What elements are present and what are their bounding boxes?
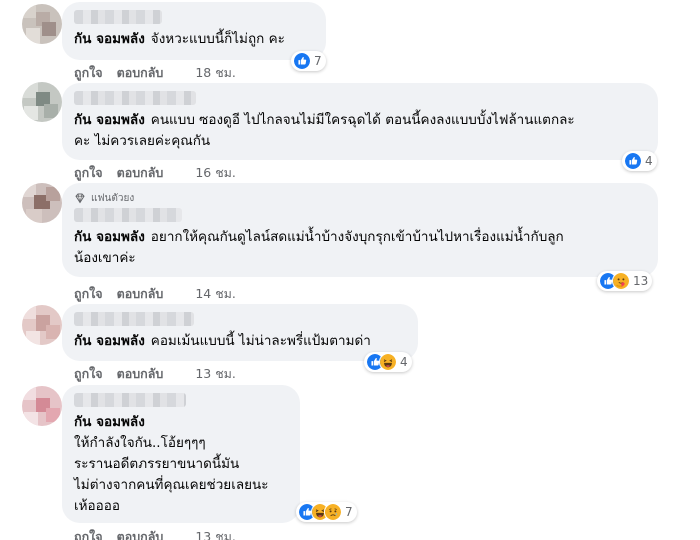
- reply-link[interactable]: ตอบกลับ: [117, 284, 164, 304]
- comment-bubble: กัน จอมพลัง คนแบบ ซองดูอี ไปไกลจนไม่มีใคร…: [62, 83, 658, 160]
- comment-time[interactable]: 13 ชม.: [195, 527, 236, 540]
- comments-panel: กัน จอมพลัง จังหวะแบบนี้ก็ไม่ถูก คะ 7 ถูก…: [0, 0, 700, 540]
- comment-time[interactable]: 14 ชม.: [195, 284, 236, 304]
- comment-actions: ถูกใจ ตอบกลับ 13 ชม.: [74, 364, 236, 384]
- diamond-icon: [75, 193, 85, 204]
- comment-author[interactable]: กัน จอมพลัง: [74, 412, 282, 433]
- reaction-summary[interactable]: 13: [597, 271, 653, 291]
- comment-body-line-4: เห้ออออ: [74, 498, 120, 514]
- comment-bubble: แฟนตัวยง กัน จอมพลัง อยากให้คุณกันดูไลน์ส…: [62, 183, 658, 277]
- reply-link[interactable]: ตอบกลับ: [117, 364, 164, 384]
- comment-actions: ถูกใจ ตอบกลับ 18 ชม.: [74, 63, 236, 83]
- reaction-count: 4: [400, 355, 408, 369]
- thumbs-up-icon: [293, 52, 311, 70]
- reaction-count: 13: [633, 274, 649, 288]
- reaction-summary[interactable]: 4: [364, 352, 412, 372]
- reaction-count: 7: [314, 54, 322, 68]
- reply-link[interactable]: ตอบกลับ: [117, 163, 164, 183]
- avatar[interactable]: [22, 4, 62, 44]
- like-link[interactable]: ถูกใจ: [74, 284, 103, 304]
- laughing-face-icon: [379, 353, 397, 371]
- avatar[interactable]: [22, 183, 62, 223]
- reaction-summary[interactable]: 4: [622, 151, 657, 171]
- comment-author[interactable]: กัน จอมพลัง: [74, 333, 145, 349]
- blurred-commenter-name: [74, 10, 162, 24]
- comment-actions: ถูกใจ ตอบกลับ 13 ชม.: [74, 527, 236, 540]
- blurred-commenter-name: [74, 393, 186, 407]
- thumbs-up-icon: [624, 152, 642, 170]
- comment-body-line-1: อยากให้คุณกันดูไลน์สดแม่น้ำบ้างจังบุกรุก…: [150, 229, 564, 245]
- comment-bubble: กัน จอมพลัง คอมเม้นแบบนี้ ไม่น่าละพรี่แป้…: [62, 304, 418, 361]
- avatar[interactable]: [22, 386, 62, 426]
- reaction-count: 7: [345, 505, 353, 519]
- like-link[interactable]: ถูกใจ: [74, 63, 103, 83]
- comment-author[interactable]: กัน จอมพลัง: [74, 112, 145, 128]
- comment-actions: ถูกใจ ตอบกลับ 14 ชม.: [74, 284, 236, 304]
- comment-body: คอมเม้นแบบนี้ ไม่น่าละพรี่แป้มตามด่า: [150, 333, 371, 349]
- comment-time[interactable]: 13 ชม.: [195, 364, 236, 384]
- like-link[interactable]: ถูกใจ: [74, 527, 103, 540]
- comment-actions: ถูกใจ ตอบกลับ 16 ชม.: [74, 163, 236, 183]
- comment-author[interactable]: กัน จอมพลัง: [74, 31, 145, 47]
- comment-text: กัน จอมพลัง คอมเม้นแบบนี้ ไม่น่าละพรี่แป้…: [74, 331, 406, 352]
- top-fan-label: แฟนตัวยง: [91, 192, 135, 204]
- comment-text: กัน จอมพลัง ให้กำลังใจกัน..โอ้ยๆๆๆ ระราน…: [74, 412, 288, 517]
- care-hug-face-icon: [612, 272, 630, 290]
- comment-text: กัน จอมพลัง อยากให้คุณกันดูไลน์สดแม่น้ำบ้…: [74, 227, 646, 269]
- reply-link[interactable]: ตอบกลับ: [117, 527, 164, 540]
- blurred-commenter-name: [74, 91, 196, 105]
- comment-body-line-2: ระรานอดีตภรรยาขนาดนี้มัน: [74, 456, 240, 472]
- comment-time[interactable]: 16 ชม.: [195, 163, 236, 183]
- comment-body-line-1: คนแบบ ซองดูอี ไปไกลจนไม่มีใครฉุดได้ ตอนน…: [150, 112, 575, 128]
- blurred-commenter-name: [74, 208, 182, 222]
- reply-link[interactable]: ตอบกลับ: [117, 63, 164, 83]
- blurred-commenter-name: [74, 312, 194, 326]
- top-fan-badge: แฟนตัวยง: [74, 191, 646, 205]
- avatar[interactable]: [22, 82, 62, 122]
- comment-author[interactable]: กัน จอมพลัง: [74, 229, 145, 245]
- comment-bubble: กัน จอมพลัง จังหวะแบบนี้ก็ไม่ถูก คะ: [62, 2, 326, 60]
- comment-body-line-2: น้องเขาค่ะ: [74, 250, 136, 266]
- like-link[interactable]: ถูกใจ: [74, 163, 103, 183]
- comment-body-line-2: คะ ไม่ควรเลยค่ะคุณกัน: [74, 133, 211, 149]
- comment-body-line-3: ไม่ต่างจากคนที่คุณเคยช่วยเลยนะ: [74, 477, 269, 493]
- comment-text: กัน จอมพลัง คนแบบ ซองดูอี ไปไกลจนไม่มีใคร…: [74, 110, 646, 152]
- like-link[interactable]: ถูกใจ: [74, 364, 103, 384]
- reaction-count: 4: [645, 154, 653, 168]
- avatar[interactable]: [22, 305, 62, 345]
- comment-body: จังหวะแบบนี้ก็ไม่ถูก คะ: [150, 31, 285, 47]
- comment-time[interactable]: 18 ชม.: [195, 63, 236, 83]
- comment-text: กัน จอมพลัง จังหวะแบบนี้ก็ไม่ถูก คะ: [74, 29, 314, 50]
- comment-body-line-1: ให้กำลังใจกัน..โอ้ยๆๆๆ: [74, 435, 206, 451]
- sad-face-icon: [324, 503, 342, 521]
- reaction-summary[interactable]: 7: [291, 51, 326, 71]
- comment-bubble: กัน จอมพลัง ให้กำลังใจกัน..โอ้ยๆๆๆ ระราน…: [62, 385, 300, 523]
- reaction-summary[interactable]: 7: [296, 502, 357, 522]
